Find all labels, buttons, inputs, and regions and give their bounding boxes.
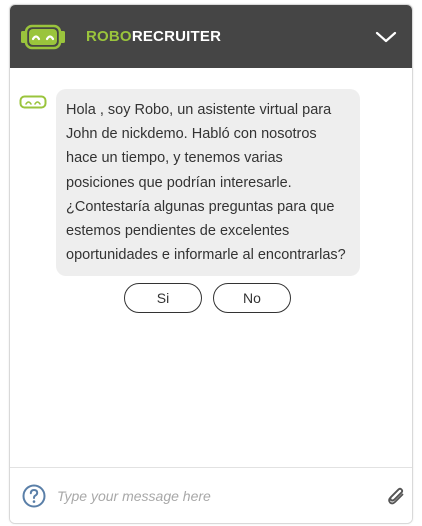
reply-no-button[interactable]: No (213, 283, 291, 313)
reply-si-button[interactable]: Si (124, 283, 202, 313)
chevron-down-icon[interactable] (374, 27, 398, 47)
question-circle-icon[interactable] (22, 484, 46, 508)
robot-face-icon (19, 95, 47, 109)
chat-header: ROBORECRUITER (10, 5, 412, 68)
message-composer (10, 467, 412, 523)
message-input[interactable] (57, 482, 377, 510)
brand-suffix: RECRUITER (131, 28, 222, 45)
paperclip-icon[interactable] (386, 484, 406, 506)
chat-widget: ROBORECRUITER Hola , soy Robo, un asiste… (9, 4, 413, 524)
brand-prefix: ROBO (86, 28, 132, 45)
bot-message-bubble: Hola , soy Robo, un asistente virtual pa… (56, 89, 360, 277)
brand-name: ROBORECRUITER (86, 28, 221, 46)
robot-face-icon (21, 24, 65, 50)
